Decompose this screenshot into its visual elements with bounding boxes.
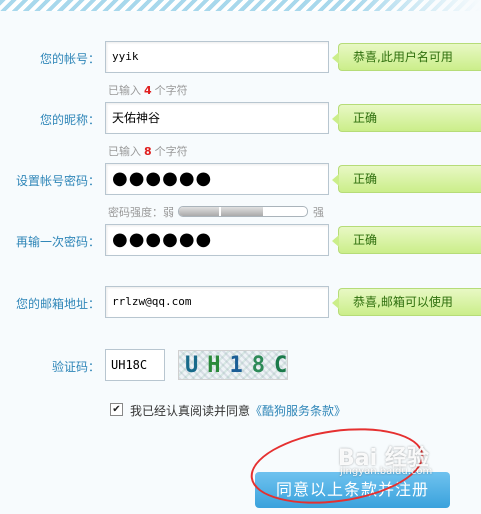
- captcha-char: 1: [229, 353, 252, 378]
- password-strength-label: 密码强度：弱: [108, 206, 174, 219]
- agree-checkbox[interactable]: ✔: [110, 403, 123, 416]
- watermark-url: jingyan.baidu.com: [340, 466, 433, 477]
- confirm-password-label: 再输一次密码：: [15, 235, 100, 249]
- password-strength-strong-label: 强: [313, 206, 324, 219]
- hint-count: 4: [144, 84, 152, 97]
- confirm-password-tip: 正确: [332, 226, 481, 254]
- password-input[interactable]: ●●●●●●: [105, 163, 329, 195]
- captcha-char: 8: [251, 353, 274, 378]
- hint-suffix: 个字符: [154, 145, 188, 158]
- captcha-image[interactable]: UH18C: [178, 350, 288, 380]
- username-tip: 恭喜,此用户名可用: [332, 43, 481, 71]
- hint-prefix: 已输入: [108, 84, 141, 97]
- captcha-label: 验证码：: [51, 360, 100, 374]
- password-strength-bar: [178, 206, 308, 217]
- hint-count: 8: [144, 145, 152, 158]
- agreement-label: 我已经认真阅读并同意: [130, 404, 251, 418]
- strength-segment-medium: [221, 207, 263, 216]
- hint-prefix: 已输入: [108, 145, 141, 158]
- agreement-text: 我已经认真阅读并同意《酷狗服务条款》: [130, 402, 346, 419]
- captcha-char: U: [185, 353, 208, 378]
- strength-segment-weak: [179, 207, 219, 216]
- nickname-tip: 正确: [332, 104, 481, 132]
- captcha-char: H: [207, 353, 230, 378]
- confirm-password-input[interactable]: ●●●●●●: [105, 224, 329, 256]
- password-label: 设置帐号密码：: [15, 174, 100, 188]
- username-label: 您的帐号：: [39, 52, 100, 66]
- email-tip: 恭喜,邮箱可以使用: [332, 288, 481, 316]
- nickname-hint: 已输入 8 个字符: [108, 143, 188, 159]
- email-input[interactable]: rrlzw@qq.com: [105, 286, 329, 318]
- username-hint: 已输入 4 个字符: [108, 82, 188, 98]
- terms-link[interactable]: 《酷狗服务条款》: [250, 404, 346, 418]
- email-label: 您的邮箱地址：: [15, 297, 100, 311]
- nickname-label: 您的昵称：: [39, 113, 100, 127]
- top-stripe-fade: [350, 0, 481, 11]
- captcha-input[interactable]: UH18C: [105, 349, 165, 381]
- captcha-char: C: [274, 353, 287, 378]
- hint-suffix: 个字符: [154, 84, 188, 97]
- nickname-input[interactable]: 天佑神谷: [105, 102, 329, 134]
- username-input[interactable]: yyik: [105, 41, 329, 73]
- password-tip: 正确: [332, 165, 481, 193]
